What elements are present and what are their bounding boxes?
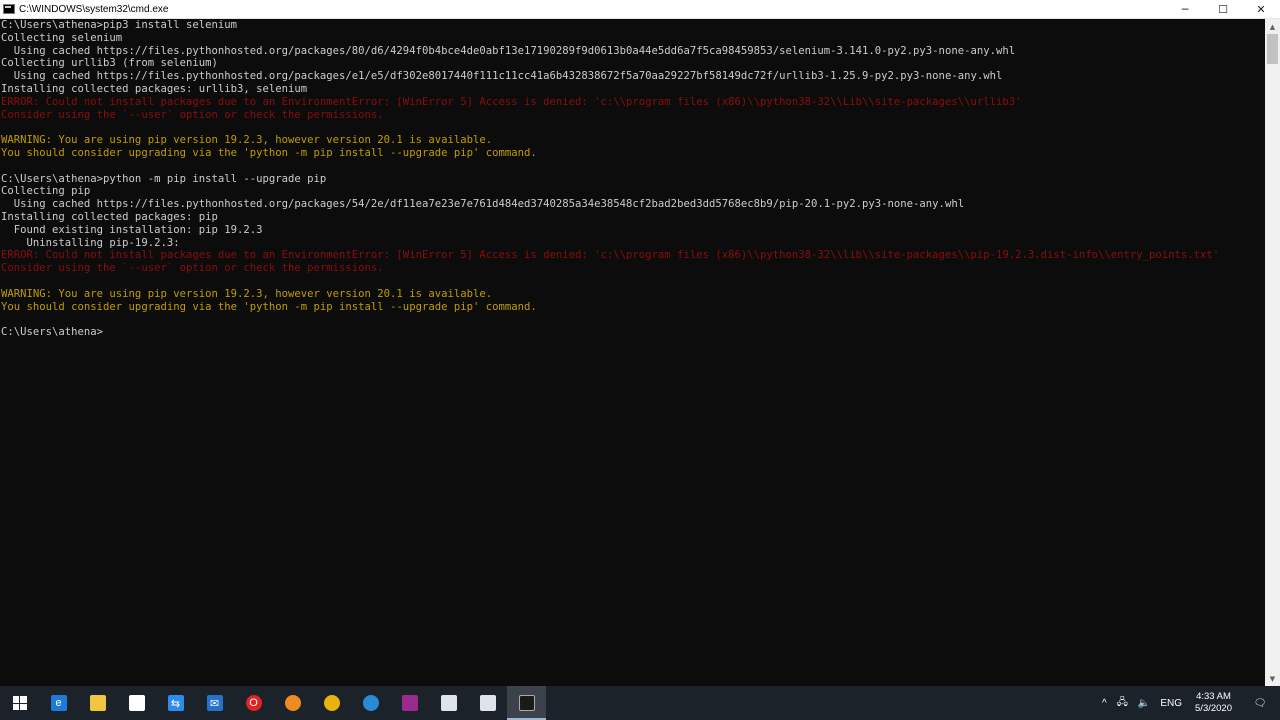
taskbar-app-firefox[interactable] (273, 686, 312, 720)
cmd-app-icon (3, 4, 15, 14)
taskbar-apps: e ⇆ ✉ O (39, 686, 546, 720)
start-button[interactable] (0, 686, 39, 720)
taskbar-app-edge[interactable]: e (39, 686, 78, 720)
console-line: Using cached https://files.pythonhosted.… (1, 44, 1016, 57)
windows-logo-icon (12, 696, 27, 710)
taskbar-app-opera[interactable]: O (234, 686, 273, 720)
console-line: Collecting selenium (1, 31, 123, 44)
taskbar: e ⇆ ✉ O ^ 🖧 🔈 ENG 4:33 AM 5/3/2020 🗨 (0, 686, 1280, 720)
title-bar: C:\WINDOWS\system32\cmd.exe ─ ☐ ✕ (0, 0, 1280, 19)
console-line: Consider using the `--user` option or ch… (1, 262, 384, 275)
taskbar-app-teamviewer[interactable]: ⇆ (156, 686, 195, 720)
console-line: Using cached https://files.pythonhosted.… (1, 198, 965, 211)
console-line: ERROR: Could not install packages due to… (1, 249, 1220, 262)
network-icon[interactable]: 🖧 (1112, 686, 1133, 720)
console-line: Consider using the `--user` option or ch… (1, 108, 384, 121)
window-controls: ─ ☐ ✕ (1166, 0, 1280, 18)
minimize-button[interactable]: ─ (1166, 0, 1204, 18)
console-line: C:\Users\athena> (1, 326, 104, 339)
console-line: You should consider upgrading via the 'p… (1, 300, 537, 313)
taskbar-app-file-explorer[interactable] (78, 686, 117, 720)
winrar-icon (401, 695, 418, 711)
browser-icon (362, 695, 379, 711)
window-title: C:\WINDOWS\system32\cmd.exe (19, 3, 169, 15)
clock-date: 5/3/2020 (1195, 703, 1232, 714)
console-line: C:\Users\athena>python -m pip install --… (1, 172, 327, 185)
scroll-down-arrow-icon[interactable]: ▼ (1265, 671, 1280, 686)
clock-time: 4:33 AM (1196, 691, 1231, 702)
taskbar-app-mail[interactable]: ✉ (195, 686, 234, 720)
scroll-up-arrow-icon[interactable]: ▲ (1265, 19, 1280, 34)
console-line: Using cached https://files.pythonhosted.… (1, 70, 1003, 83)
taskbar-app-window[interactable] (429, 686, 468, 720)
taskbar-app-store[interactable] (117, 686, 156, 720)
system-tray: ^ 🖧 🔈 ENG 4:33 AM 5/3/2020 🗨 (1097, 686, 1280, 720)
console-line: Uninstalling pip-19.2.3: (1, 236, 180, 249)
close-button[interactable]: ✕ (1242, 0, 1280, 18)
console-line: WARNING: You are using pip version 19.2.… (1, 287, 493, 300)
store-icon (128, 695, 145, 711)
console-line: WARNING: You are using pip version 19.2.… (1, 134, 493, 147)
window-icon (440, 695, 457, 711)
vertical-scrollbar[interactable]: ▲ ▼ (1265, 19, 1280, 686)
console-line: Collecting pip (1, 185, 91, 198)
teamviewer-icon: ⇆ (167, 695, 184, 711)
taskbar-app-chrome[interactable] (312, 686, 351, 720)
mail-icon: ✉ (206, 695, 223, 711)
chrome-icon (323, 695, 340, 711)
console-line: Collecting urllib3 (from selenium) (1, 57, 218, 70)
volume-icon[interactable]: 🔈 (1133, 686, 1155, 720)
taskbar-app-browser[interactable] (351, 686, 390, 720)
file-explorer-icon (89, 695, 106, 711)
input-language[interactable]: ENG (1155, 686, 1187, 720)
console-line: Found existing installation: pip 19.2.3 (1, 223, 263, 236)
opera-icon: O (245, 695, 262, 711)
console-line: C:\Users\athena>pip3 install selenium (1, 19, 237, 31)
edge-icon: e (50, 695, 67, 711)
taskbar-app-app-window[interactable] (468, 686, 507, 720)
notifications-icon[interactable]: 🗨 (1240, 686, 1280, 720)
clock[interactable]: 4:33 AM 5/3/2020 (1187, 686, 1240, 720)
cmd-icon (518, 695, 535, 711)
maximize-button[interactable]: ☐ (1204, 0, 1242, 18)
firefox-icon (284, 695, 301, 711)
taskbar-app-winrar[interactable] (390, 686, 429, 720)
show-hidden-icons-chevron-icon[interactable]: ^ (1097, 686, 1112, 720)
taskbar-app-cmd[interactable] (507, 686, 546, 720)
app-window-icon (479, 695, 496, 711)
console-line: ERROR: Could not install packages due to… (1, 95, 1022, 108)
console-line: Installing collected packages: urllib3, … (1, 82, 308, 95)
console-line: Installing collected packages: pip (1, 210, 218, 223)
console-line: You should consider upgrading via the 'p… (1, 146, 537, 159)
scrollbar-thumb[interactable] (1267, 34, 1278, 64)
console-output[interactable]: C:\Users\athena>pip3 install selenium Col… (0, 19, 1265, 686)
